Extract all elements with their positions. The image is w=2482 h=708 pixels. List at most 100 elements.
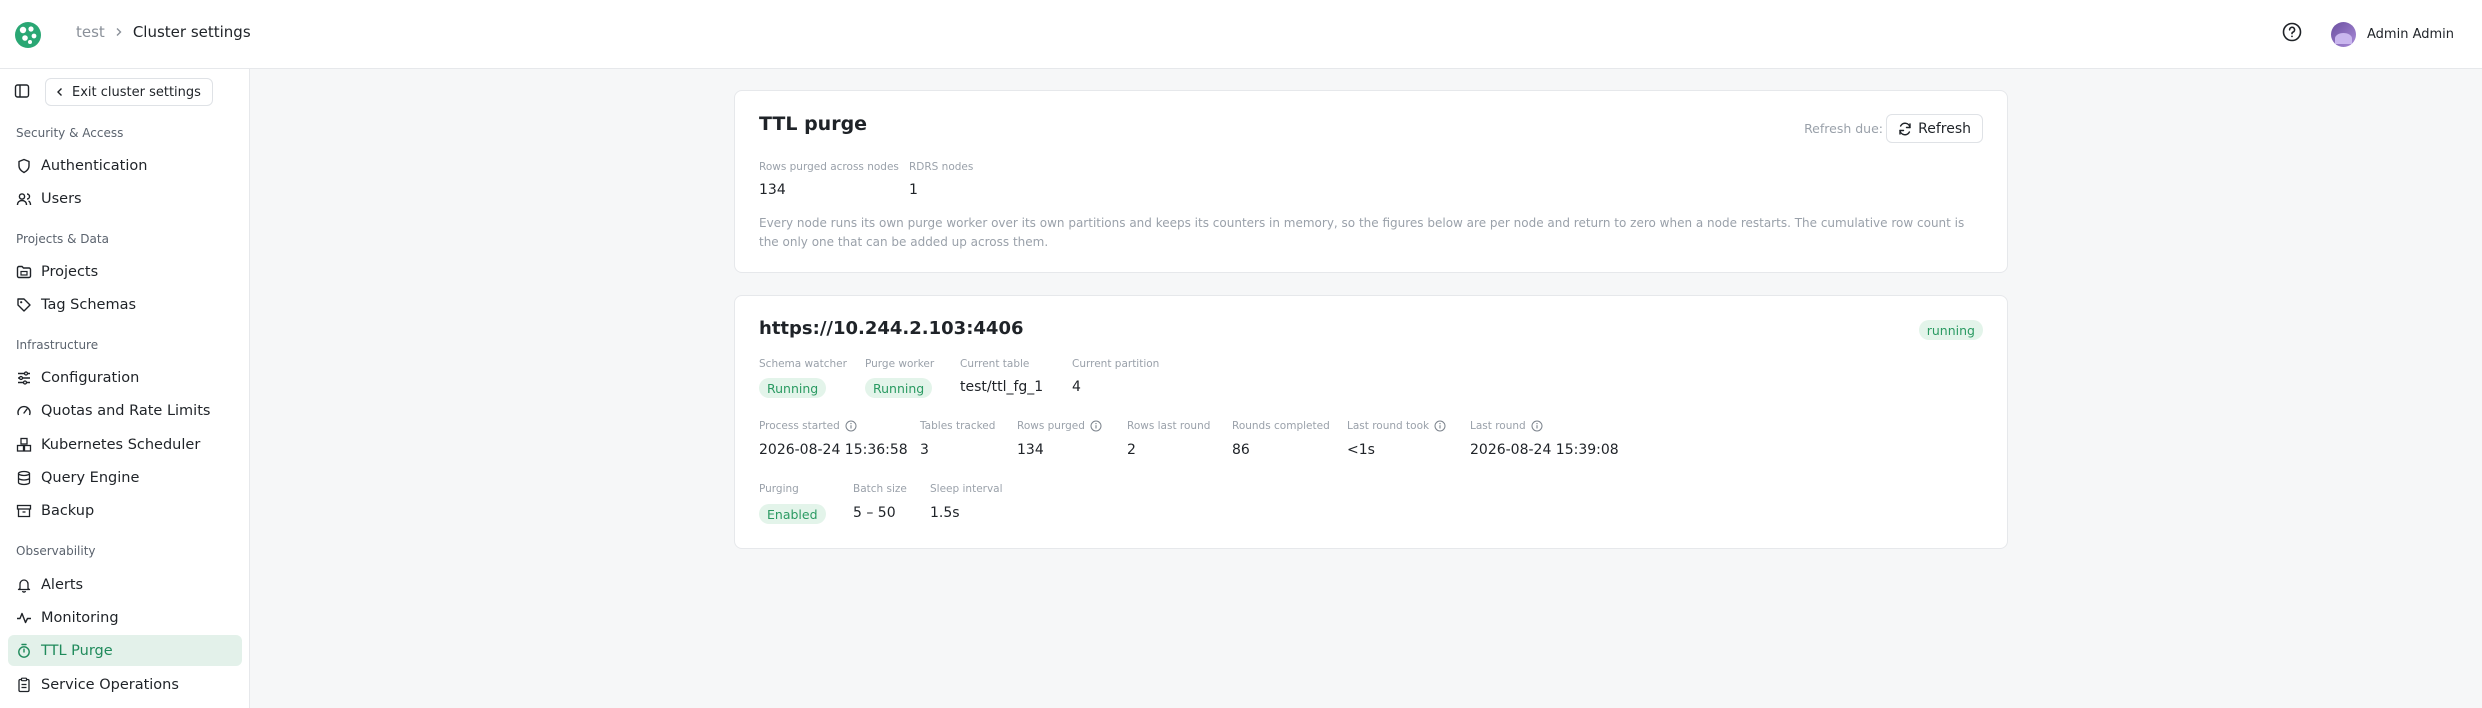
breadcrumb-current: Cluster settings xyxy=(132,23,251,41)
sidebar-item-label: Backup xyxy=(41,502,95,519)
sidebar-item-monitoring[interactable]: Monitoring xyxy=(8,602,242,633)
field-label-text: Process started xyxy=(759,420,840,432)
exit-label: Exit cluster settings xyxy=(72,84,201,100)
sidebar-item-label: Projects xyxy=(41,263,99,280)
field-label: Current partition xyxy=(1072,358,1160,370)
sidebar-item-tag-schemas[interactable]: Tag Schemas xyxy=(8,289,242,320)
info-icon[interactable] xyxy=(1090,420,1102,432)
field-label: Purging xyxy=(759,483,799,495)
timer-icon xyxy=(16,643,32,659)
chevron-left-icon xyxy=(56,87,64,97)
page-title: TTL purge xyxy=(759,113,868,135)
chevron-right-icon xyxy=(114,27,124,37)
sidebar: Exit cluster settings Security & Access … xyxy=(0,69,250,708)
sidebar-item-users[interactable]: Users xyxy=(8,183,242,214)
sidebar-item-query-engine[interactable]: Query Engine xyxy=(8,462,242,493)
field-label-text: Rows purged xyxy=(1017,420,1085,432)
ttl-purge-summary-card: TTL purge Refresh due: Refresh Rows purg… xyxy=(734,90,2008,273)
sidebar-item-authentication[interactable]: Authentication xyxy=(8,150,242,181)
current-partition-value: 4 xyxy=(1072,379,1081,395)
field-label: Process started xyxy=(759,420,857,432)
sidebar-item-ttl-purge[interactable]: TTL Purge xyxy=(8,635,242,666)
rows-purged-value: 134 xyxy=(1017,442,1044,458)
last-round-took-value: <1s xyxy=(1347,442,1375,458)
field-label: Last round took xyxy=(1347,420,1446,432)
field-label: Last round xyxy=(1470,420,1543,432)
section-projects-data: Projects & Data xyxy=(16,232,109,246)
refresh-label: Refresh xyxy=(1918,120,1971,137)
refresh-icon xyxy=(1898,122,1912,136)
refresh-button[interactable]: Refresh xyxy=(1886,114,1983,143)
current-table-value: test/ttl_fg_1 xyxy=(960,379,1044,395)
breadcrumb-project[interactable]: test xyxy=(76,23,105,41)
bell-icon xyxy=(16,577,32,593)
stat-value-rows-purged: 134 xyxy=(759,182,786,198)
field-label: Tables tracked xyxy=(920,420,996,432)
sliders-icon xyxy=(16,370,32,386)
sidebar-item-projects[interactable]: Projects xyxy=(8,256,242,287)
sidebar-item-label: Service Operations xyxy=(41,676,179,693)
folder-icon xyxy=(16,264,32,280)
rounds-completed-value: 86 xyxy=(1232,442,1250,458)
info-icon[interactable] xyxy=(1434,420,1446,432)
last-round-value: 2026-08-24 15:39:08 xyxy=(1470,442,1619,458)
boxes-icon xyxy=(16,437,32,453)
field-label: Sleep interval xyxy=(930,483,1003,495)
field-label-text: Last round took xyxy=(1347,420,1430,432)
stat-value-rdrs-nodes: 1 xyxy=(909,182,918,198)
sidebar-item-configuration[interactable]: Configuration xyxy=(8,362,242,393)
tables-tracked-value: 3 xyxy=(920,442,929,458)
avatar[interactable] xyxy=(2331,21,2356,47)
sidebar-item-alerts[interactable]: Alerts xyxy=(8,569,242,600)
app-logo-icon[interactable] xyxy=(13,20,43,50)
purge-worker-badge: Running xyxy=(865,378,933,398)
info-icon[interactable] xyxy=(845,420,857,432)
purging-badge: Enabled xyxy=(759,504,826,524)
database-icon xyxy=(16,470,32,486)
sidebar-item-label: Tag Schemas xyxy=(41,296,137,313)
schema-watcher-badge: Running xyxy=(759,378,827,398)
top-header: test Cluster settings Admin Admin xyxy=(0,0,2482,69)
field-label: Rounds completed xyxy=(1232,420,1330,432)
sidebar-item-label: Query Engine xyxy=(41,469,140,486)
section-security-access: Security & Access xyxy=(16,126,124,140)
sidebar-item-kubernetes-scheduler[interactable]: Kubernetes Scheduler xyxy=(8,429,242,460)
sidebar-item-label: Authentication xyxy=(41,157,148,174)
section-infrastructure: Infrastructure xyxy=(16,338,99,352)
breadcrumb: test Cluster settings xyxy=(76,23,251,41)
users-icon xyxy=(16,191,32,207)
process-started-value: 2026-08-24 15:36:58 xyxy=(759,442,908,458)
sidebar-item-label: Monitoring xyxy=(41,609,119,626)
sidebar-item-quotas-and-rate-limits[interactable]: Quotas and Rate Limits xyxy=(8,395,242,426)
rows-last-round-value: 2 xyxy=(1127,442,1136,458)
sidebar-item-label: Alerts xyxy=(41,576,84,593)
batch-size-value: 5 – 50 xyxy=(853,505,896,521)
node-address: https://10.244.2.103:4406 xyxy=(759,318,1024,339)
gauge-icon xyxy=(16,403,32,419)
tag-icon xyxy=(16,297,32,313)
activity-icon xyxy=(16,610,32,626)
exit-cluster-settings-button[interactable]: Exit cluster settings xyxy=(45,78,213,106)
field-label: Purge worker xyxy=(865,358,935,370)
stat-label: Rows purged across nodes xyxy=(759,161,899,173)
sidebar-item-label: Kubernetes Scheduler xyxy=(41,436,201,453)
user-name[interactable]: Admin Admin xyxy=(2367,27,2454,42)
sidebar-item-backup[interactable]: Backup xyxy=(8,495,242,526)
section-observability: Observability xyxy=(16,544,96,558)
help-icon[interactable] xyxy=(2281,21,2307,47)
sidebar-item-label: Configuration xyxy=(41,369,140,386)
field-label-text: Last round xyxy=(1470,420,1526,432)
stat-label: RDRS nodes xyxy=(909,161,974,173)
sidebar-item-label: Users xyxy=(41,190,82,207)
info-icon[interactable] xyxy=(1531,420,1543,432)
node-status-badge: running xyxy=(1918,320,1983,340)
header-actions: Admin Admin xyxy=(2281,21,2454,47)
refresh-due-label: Refresh due: xyxy=(1804,121,1883,136)
archive-icon xyxy=(16,503,32,519)
shield-icon xyxy=(16,158,32,174)
sidebar-toggle-icon[interactable] xyxy=(14,83,32,101)
node-card: https://10.244.2.103:4406 running Schema… xyxy=(734,295,2008,549)
sidebar-item-label: Quotas and Rate Limits xyxy=(41,402,211,419)
sidebar-item-service-operations[interactable]: Service Operations xyxy=(8,669,242,700)
field-label: Batch size xyxy=(853,483,907,495)
